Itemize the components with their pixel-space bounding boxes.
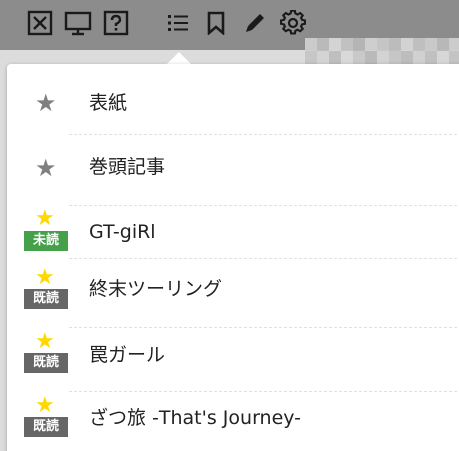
pen-button[interactable] <box>240 8 270 38</box>
display-button[interactable] <box>63 8 93 38</box>
star-icon: ★ <box>35 393 55 418</box>
star-icon: ★ <box>35 206 55 231</box>
toc-item-title: 終末ツーリング <box>89 278 223 300</box>
help-button[interactable] <box>101 8 131 38</box>
toc-item-cover[interactable]: ★ 表紙 <box>7 64 459 135</box>
help-icon <box>103 10 129 36</box>
toc-item-title: GT-giRl <box>89 221 156 243</box>
read-badge: 既読 <box>24 417 68 437</box>
monitor-icon <box>64 11 92 36</box>
star-icon: ★ <box>35 265 55 290</box>
gear-icon <box>280 10 306 35</box>
list-icon <box>168 15 188 31</box>
table-of-contents-button[interactable] <box>163 8 193 38</box>
close-box-icon <box>27 10 53 36</box>
pencil-icon <box>246 14 264 32</box>
toc-item-zatsu-tabi[interactable]: ★ 既読 ざつ旅 -That's Journey- <box>7 391 459 451</box>
toc-item-wana-girl[interactable]: ★ 既読 罠ガール <box>7 327 459 392</box>
close-box-button[interactable] <box>25 8 55 38</box>
settings-button[interactable] <box>278 8 308 38</box>
toc-item-title: 巻頭記事 <box>89 156 166 178</box>
blurred-region <box>305 38 459 64</box>
read-badge: 既読 <box>24 289 68 309</box>
star-icon: ★ <box>35 154 57 182</box>
toc-item-title: ざつ旅 -That's Journey- <box>89 407 302 429</box>
table-of-contents-panel: ★ 表紙 ★ 巻頭記事 ★ 未読 GT-giRl ★ 既読 終末ツーリング ★ … <box>7 64 459 451</box>
unread-badge: 未読 <box>24 231 68 251</box>
toc-item-title: 罠ガール <box>89 344 166 366</box>
toc-item-feature[interactable]: ★ 巻頭記事 <box>7 135 459 206</box>
star-icon: ★ <box>35 89 57 117</box>
toc-item-title: 表紙 <box>89 92 128 114</box>
toc-item-shumatsu-touring[interactable]: ★ 既読 終末ツーリング <box>7 263 459 328</box>
read-badge: 既読 <box>24 353 68 373</box>
bookmark-button[interactable] <box>201 8 231 38</box>
star-icon: ★ <box>35 329 55 354</box>
bookmark-icon <box>207 11 225 35</box>
toc-item-gt-girl[interactable]: ★ 未読 GT-giRl <box>7 204 459 268</box>
